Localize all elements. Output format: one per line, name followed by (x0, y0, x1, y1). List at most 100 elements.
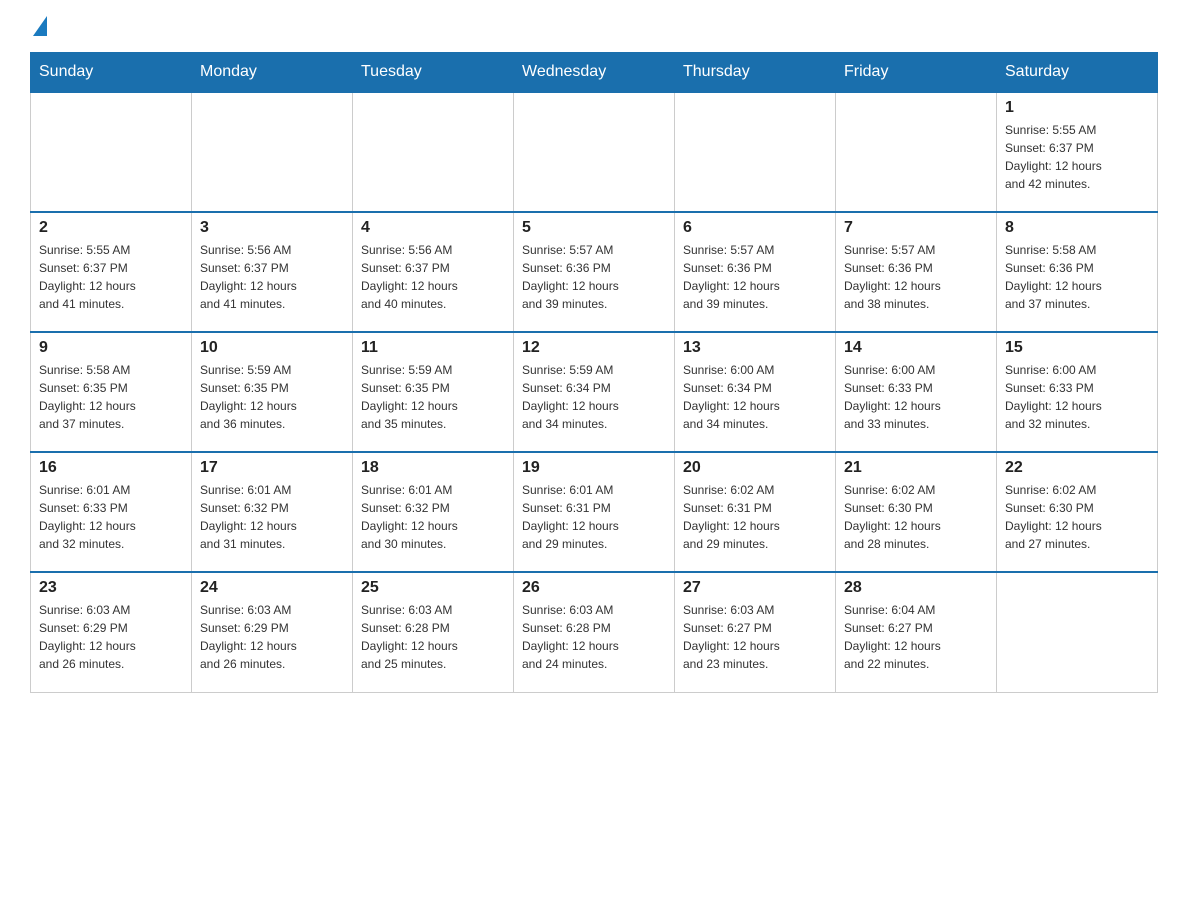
calendar-cell: 16Sunrise: 6:01 AMSunset: 6:33 PMDayligh… (31, 452, 192, 572)
day-number: 24 (200, 579, 344, 597)
day-number: 10 (200, 339, 344, 357)
calendar-cell (997, 572, 1158, 692)
day-info: Sunrise: 6:03 AMSunset: 6:28 PMDaylight:… (361, 601, 505, 673)
week-row: 1 Sunrise: 5:55 AMSunset: 6:37 PMDaylight… (31, 92, 1158, 212)
day-number: 8 (1005, 219, 1149, 237)
calendar-cell: 6 Sunrise: 5:57 AMSunset: 6:36 PMDaylight… (675, 212, 836, 332)
logo (30, 20, 47, 34)
calendar-cell: 20Sunrise: 6:02 AMSunset: 6:31 PMDayligh… (675, 452, 836, 572)
day-of-week-header: Wednesday (514, 53, 675, 93)
day-number: 25 (361, 579, 505, 597)
logo-triangle-icon (33, 16, 47, 36)
calendar-cell: 28 Sunrise: 6:04 AMSunset: 6:27 PMDayligh… (836, 572, 997, 692)
calendar-cell: 26 Sunrise: 6:03 AMSunset: 6:28 PMDayligh… (514, 572, 675, 692)
calendar-cell: 11 Sunrise: 5:59 AMSunset: 6:35 PMDayligh… (353, 332, 514, 452)
day-info: Sunrise: 5:57 AMSunset: 6:36 PMDaylight:… (844, 241, 988, 313)
day-of-week-header: Thursday (675, 53, 836, 93)
day-info: Sunrise: 5:58 AMSunset: 6:35 PMDaylight:… (39, 361, 183, 433)
day-number: 5 (522, 219, 666, 237)
day-number: 27 (683, 579, 827, 597)
day-info: Sunrise: 5:55 AMSunset: 6:37 PMDaylight:… (39, 241, 183, 313)
calendar-cell: 13 Sunrise: 6:00 AMSunset: 6:34 PMDayligh… (675, 332, 836, 452)
day-number: 6 (683, 219, 827, 237)
day-info: Sunrise: 5:59 AMSunset: 6:35 PMDaylight:… (361, 361, 505, 433)
calendar-cell: 14 Sunrise: 6:00 AMSunset: 6:33 PMDayligh… (836, 332, 997, 452)
day-info: Sunrise: 6:02 AMSunset: 6:30 PMDaylight:… (844, 481, 988, 553)
day-info: Sunrise: 6:02 AMSunset: 6:30 PMDaylight:… (1005, 481, 1149, 553)
calendar-cell: 21 Sunrise: 6:02 AMSunset: 6:30 PMDayligh… (836, 452, 997, 572)
week-row: 9 Sunrise: 5:58 AMSunset: 6:35 PMDaylight… (31, 332, 1158, 452)
calendar-cell (675, 92, 836, 212)
day-number: 18 (361, 459, 505, 477)
day-info: Sunrise: 5:55 AMSunset: 6:37 PMDaylight:… (1005, 121, 1149, 193)
week-row: 23 Sunrise: 6:03 AMSunset: 6:29 PMDayligh… (31, 572, 1158, 692)
calendar-cell: 15Sunrise: 6:00 AMSunset: 6:33 PMDayligh… (997, 332, 1158, 452)
day-number: 11 (361, 339, 505, 357)
calendar-cell: 3 Sunrise: 5:56 AMSunset: 6:37 PMDaylight… (192, 212, 353, 332)
day-info: Sunrise: 6:03 AMSunset: 6:29 PMDaylight:… (39, 601, 183, 673)
day-info: Sunrise: 5:57 AMSunset: 6:36 PMDaylight:… (683, 241, 827, 313)
day-info: Sunrise: 5:56 AMSunset: 6:37 PMDaylight:… (200, 241, 344, 313)
day-of-week-header: Sunday (31, 53, 192, 93)
calendar-cell: 24 Sunrise: 6:03 AMSunset: 6:29 PMDayligh… (192, 572, 353, 692)
day-number: 12 (522, 339, 666, 357)
calendar-cell: 8 Sunrise: 5:58 AMSunset: 6:36 PMDaylight… (997, 212, 1158, 332)
day-number: 22 (1005, 459, 1149, 477)
calendar-table: SundayMondayTuesdayWednesdayThursdayFrid… (30, 52, 1158, 693)
day-info: Sunrise: 5:58 AMSunset: 6:36 PMDaylight:… (1005, 241, 1149, 313)
calendar-cell: 22 Sunrise: 6:02 AMSunset: 6:30 PMDayligh… (997, 452, 1158, 572)
calendar-cell: 9 Sunrise: 5:58 AMSunset: 6:35 PMDaylight… (31, 332, 192, 452)
calendar-cell (353, 92, 514, 212)
day-info: Sunrise: 6:01 AMSunset: 6:32 PMDaylight:… (200, 481, 344, 553)
day-info: Sunrise: 6:04 AMSunset: 6:27 PMDaylight:… (844, 601, 988, 673)
calendar-cell: 7 Sunrise: 5:57 AMSunset: 6:36 PMDaylight… (836, 212, 997, 332)
calendar-cell (31, 92, 192, 212)
calendar-cell (192, 92, 353, 212)
day-number: 4 (361, 219, 505, 237)
calendar-cell: 25 Sunrise: 6:03 AMSunset: 6:28 PMDayligh… (353, 572, 514, 692)
day-info: Sunrise: 6:01 AMSunset: 6:31 PMDaylight:… (522, 481, 666, 553)
calendar-cell (836, 92, 997, 212)
calendar-cell: 2 Sunrise: 5:55 AMSunset: 6:37 PMDaylight… (31, 212, 192, 332)
day-info: Sunrise: 6:01 AMSunset: 6:32 PMDaylight:… (361, 481, 505, 553)
day-number: 9 (39, 339, 183, 357)
day-info: Sunrise: 5:56 AMSunset: 6:37 PMDaylight:… (361, 241, 505, 313)
day-info: Sunrise: 6:03 AMSunset: 6:27 PMDaylight:… (683, 601, 827, 673)
week-row: 2 Sunrise: 5:55 AMSunset: 6:37 PMDaylight… (31, 212, 1158, 332)
week-row: 16Sunrise: 6:01 AMSunset: 6:33 PMDayligh… (31, 452, 1158, 572)
day-number: 7 (844, 219, 988, 237)
day-number: 23 (39, 579, 183, 597)
calendar-cell: 1 Sunrise: 5:55 AMSunset: 6:37 PMDaylight… (997, 92, 1158, 212)
day-number: 28 (844, 579, 988, 597)
day-number: 14 (844, 339, 988, 357)
day-info: Sunrise: 5:57 AMSunset: 6:36 PMDaylight:… (522, 241, 666, 313)
day-info: Sunrise: 6:03 AMSunset: 6:29 PMDaylight:… (200, 601, 344, 673)
day-of-week-header: Monday (192, 53, 353, 93)
calendar-cell: 17 Sunrise: 6:01 AMSunset: 6:32 PMDayligh… (192, 452, 353, 572)
calendar-cell: 4 Sunrise: 5:56 AMSunset: 6:37 PMDaylight… (353, 212, 514, 332)
day-number: 13 (683, 339, 827, 357)
page-header (30, 20, 1158, 34)
day-number: 21 (844, 459, 988, 477)
day-info: Sunrise: 6:00 AMSunset: 6:34 PMDaylight:… (683, 361, 827, 433)
day-number: 16 (39, 459, 183, 477)
calendar-cell: 19 Sunrise: 6:01 AMSunset: 6:31 PMDayligh… (514, 452, 675, 572)
day-of-week-header: Tuesday (353, 53, 514, 93)
day-info: Sunrise: 5:59 AMSunset: 6:35 PMDaylight:… (200, 361, 344, 433)
day-info: Sunrise: 6:00 AMSunset: 6:33 PMDaylight:… (1005, 361, 1149, 433)
calendar-header-row: SundayMondayTuesdayWednesdayThursdayFrid… (31, 53, 1158, 93)
day-number: 3 (200, 219, 344, 237)
day-info: Sunrise: 6:00 AMSunset: 6:33 PMDaylight:… (844, 361, 988, 433)
day-info: Sunrise: 5:59 AMSunset: 6:34 PMDaylight:… (522, 361, 666, 433)
calendar-cell: 10 Sunrise: 5:59 AMSunset: 6:35 PMDayligh… (192, 332, 353, 452)
day-number: 19 (522, 459, 666, 477)
day-info: Sunrise: 6:03 AMSunset: 6:28 PMDaylight:… (522, 601, 666, 673)
calendar-cell: 18 Sunrise: 6:01 AMSunset: 6:32 PMDayligh… (353, 452, 514, 572)
calendar-cell: 5 Sunrise: 5:57 AMSunset: 6:36 PMDaylight… (514, 212, 675, 332)
day-of-week-header: Friday (836, 53, 997, 93)
calendar-cell (514, 92, 675, 212)
day-number: 17 (200, 459, 344, 477)
day-number: 1 (1005, 99, 1149, 117)
day-number: 26 (522, 579, 666, 597)
day-number: 2 (39, 219, 183, 237)
